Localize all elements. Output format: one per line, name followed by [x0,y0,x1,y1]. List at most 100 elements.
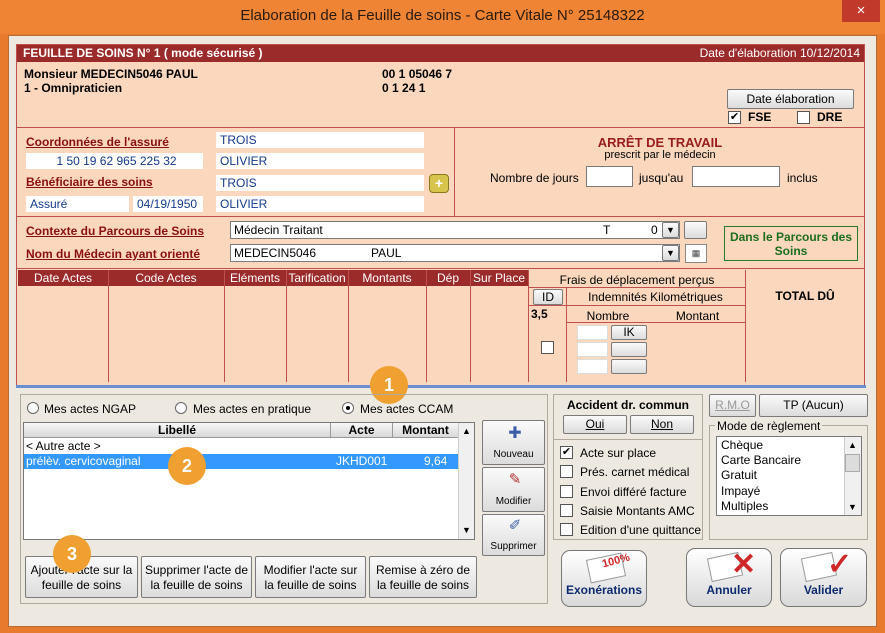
list-item-label: < Autre acte > [26,439,101,453]
nombre-input[interactable] [577,359,608,374]
modify-act-line2: la feuille de soins [264,578,357,592]
radio-ngap[interactable] [27,402,39,414]
payment-item-cheque[interactable]: Chèque [721,438,763,453]
col-date-actes: Date Actes [33,271,93,285]
parcours-context-select[interactable]: Médecin Traitant T 0 [230,221,680,239]
beneficiary-link[interactable]: Bénéficiaire des soins [26,175,153,189]
payment-item-multiples[interactable]: Multiples [721,499,768,514]
valider-label: Valider [803,583,844,597]
list-item-code: JKHD001 [336,454,388,468]
fse-checkbox[interactable]: ✔ [728,111,741,124]
beneficiary-firstname-field[interactable]: OLIVIER [216,196,424,212]
reset-sheet-button[interactable]: Remise à zéro de la feuille de soins [369,556,477,598]
doctor-code-2: 0 1 24 1 [382,81,426,95]
modifier-button[interactable]: ✎ Modifier [482,467,545,512]
exonerations-button[interactable]: 100% Exonérations [561,550,647,607]
check-icon: ✓ [827,548,853,581]
radio-ccam-dot [346,406,350,410]
modify-act-button[interactable]: Modifier l'acte sur la feuille de soins [255,556,366,598]
callout-3: 3 [53,535,91,573]
frais-button-2[interactable] [611,342,647,357]
option-envoi-differe-checkbox[interactable] [560,485,573,498]
parcours-context-dropdown-icon[interactable]: ▼ [662,222,679,238]
modifier-label: Modifier [495,496,532,507]
option-acte-sur-place-checkbox[interactable]: ✔ [560,446,573,459]
close-button[interactable]: × [842,0,880,22]
frais-checkbox[interactable] [541,341,554,354]
reset-sheet-line2: la feuille de soins [376,578,470,592]
payment-item-carte[interactable]: Carte Bancaire [721,453,801,468]
ik-button[interactable]: IK [611,325,647,340]
option-quittance-checkbox[interactable] [560,523,573,536]
insured-number-field[interactable]: 1 50 19 62 965 225 32 [26,153,203,169]
parcours-context-link[interactable]: Contexte du Parcours de Soins [26,224,204,238]
days-input[interactable] [586,166,633,187]
accident-non-button[interactable]: Non [630,415,694,434]
acts-col-acte[interactable]: Acte [330,423,392,437]
supprimer-button[interactable]: ✐ Supprimer [482,514,545,556]
nombre-input[interactable] [577,342,608,357]
parcours-extra-button[interactable] [684,221,707,239]
days-label: Nombre de jours [490,171,579,185]
list-item[interactable]: prélèv. cervicovaginal JKHD001 9,64 [24,454,458,469]
valider-button[interactable]: ✓ Valider [780,548,867,607]
dre-checkbox[interactable] [797,111,810,124]
radio-ccam[interactable] [342,402,354,414]
payment-scroll-up-icon[interactable]: ▲ [845,438,860,452]
delete-act-line2: la feuille de soins [150,578,243,592]
option-carnet-medical-checkbox[interactable] [560,465,573,478]
annuler-button[interactable]: ✕ Annuler [686,548,772,607]
nombre-label: Nombre [586,309,630,323]
grid-line [108,270,109,382]
referring-doctor-link[interactable]: Nom du Médecin ayant orienté [26,247,200,261]
payment-scroll-down-icon[interactable]: ▼ [845,500,860,514]
acts-list-scrollbar[interactable] [458,423,474,539]
separator [17,216,864,217]
doctor-name: Monsieur MEDECIN5046 PAUL [24,67,198,81]
tp-button[interactable]: TP (Aucun) [759,394,868,417]
doctor-directory-icon[interactable]: ▦ [685,244,707,263]
option-saisie-amc-checkbox[interactable] [560,504,573,517]
payment-title: Mode de règlement [715,419,823,433]
payment-item-gratuit[interactable]: Gratuit [721,468,757,483]
parcours-context-code: T [603,223,611,237]
date-elaboration-button[interactable]: Date élaboration [727,89,854,109]
id-button[interactable]: ID [533,289,563,305]
col-tarification: Tarification [288,271,346,285]
rmo-button[interactable]: R.M.O [709,394,756,417]
acts-col-montant[interactable]: Montant [392,423,458,437]
payment-scroll-thumb[interactable] [845,454,860,472]
referring-doctor-select[interactable]: MEDECIN5046 PAUL [230,244,680,262]
insured-lastname-field[interactable]: TROIS [216,132,424,148]
frais-title: Frais de déplacement perçus [559,273,715,287]
separator [566,288,567,382]
annuler-label: Annuler [706,583,752,597]
feuille-header-bar: FEUILLE DE SOINS N° 1 ( mode sécurisé ) … [17,45,864,62]
beneficiary-type-field[interactable]: Assuré [26,196,129,212]
dre-label: DRE [817,110,843,124]
nombre-input[interactable] [577,325,608,340]
add-beneficiary-icon[interactable]: + [429,174,449,193]
beneficiary-lastname-field[interactable]: TROIS [216,175,424,191]
delete-act-button[interactable]: Supprimer l'acte de la feuille de soins [141,556,252,598]
birthdate-field[interactable]: 04/19/1950 [133,196,203,212]
referring-doctor-dropdown-icon[interactable]: ▼ [662,245,679,261]
grid-line [348,270,349,382]
nouveau-button[interactable]: ✚ Nouveau [482,420,545,465]
add-act-line2: feuille de soins [41,578,122,592]
radio-pratique[interactable] [175,402,187,414]
scroll-up-icon[interactable]: ▲ [459,424,474,439]
list-item-label: prélèv. cervicovaginal [26,454,141,468]
grid-line [286,270,287,382]
acts-col-libelle[interactable]: Libellé [24,423,330,437]
accident-oui-button[interactable]: Oui [563,415,627,434]
scroll-down-icon[interactable]: ▼ [459,523,474,538]
ik-title: Indemnités Kilométriques [588,290,723,304]
insured-firstname-field[interactable]: OLIVIER [216,153,424,169]
list-item[interactable]: < Autre acte > [24,439,458,454]
eraser-icon: ✐ [508,517,522,534]
until-date-input[interactable] [692,166,780,187]
frais-button-3[interactable] [611,359,647,374]
insured-coordinates-link[interactable]: Coordonnées de l'assuré [26,135,169,149]
payment-item-impaye[interactable]: Impayé [721,484,760,499]
